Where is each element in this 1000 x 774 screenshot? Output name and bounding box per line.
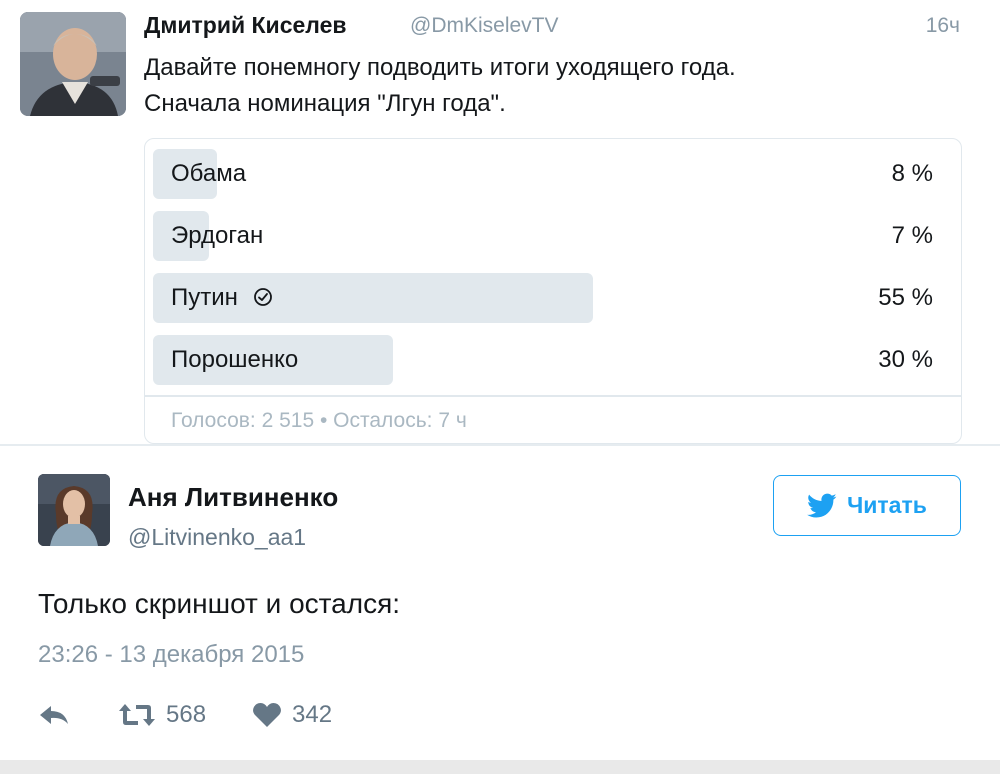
quoted-tweet: Дмитрий Киселев @DmKiselevTV 16ч Давайте… <box>0 0 1000 445</box>
heart-icon <box>253 703 281 727</box>
follow-button-label: Читать <box>847 492 927 518</box>
follow-button[interactable]: Читать <box>773 475 961 536</box>
screenshot: Дмитрий Киселев @DmKiselevTV 16ч Давайте… <box>0 0 1000 774</box>
poll-option-label-wrap: Путин <box>171 273 273 323</box>
retweet-count: 568 <box>166 701 207 728</box>
quoted-author-handle[interactable]: @DmKiselevTV <box>410 14 559 38</box>
quoted-tweet-time[interactable]: 16ч <box>926 14 960 38</box>
retweet-button[interactable]: 568 <box>118 697 206 733</box>
poll-card: Обама 8 % Эрдоган 7 % Путин 55 % Порошен… <box>144 138 962 444</box>
author-handle[interactable]: @Litvinenko_aa1 <box>128 524 306 551</box>
poll-option-label: Путин <box>171 284 238 311</box>
like-count: 342 <box>292 701 333 728</box>
like-button[interactable]: 342 <box>252 697 332 733</box>
tweet-text: Только скриншот и остался: <box>38 588 401 619</box>
bottom-bar <box>0 760 1000 774</box>
quoted-text-line: Давайте понемногу подводить итоги уходящ… <box>144 54 736 81</box>
poll-option-poroshenko: Порошенко 30 % <box>153 335 953 385</box>
poll-option-percent: 30 % <box>878 346 933 373</box>
retweet-icon <box>119 704 155 726</box>
poll-option-percent: 8 % <box>891 160 933 187</box>
quoted-author-avatar[interactable] <box>20 12 126 116</box>
poll-divider <box>145 395 961 397</box>
poll-option-label: Порошенко <box>171 346 299 373</box>
divider <box>0 444 1000 446</box>
reply-button[interactable] <box>38 697 70 733</box>
poll-footer: Голосов: 2 515 • Осталось: 7 ч <box>171 409 467 432</box>
poll-option-label: Эрдоган <box>171 222 264 249</box>
poll-option-obama: Обама 8 % <box>153 149 953 199</box>
tweet-timestamp[interactable]: 23:26 - 13 декабря 2015 <box>38 641 304 669</box>
quoted-author-name[interactable]: Дмитрий Киселев <box>144 12 347 39</box>
poll-option-percent: 55 % <box>878 284 933 311</box>
author-name[interactable]: Аня Литвиненко <box>128 482 338 513</box>
poll-option-erdogan: Эрдоган 7 % <box>153 211 953 261</box>
poll-option-percent: 7 % <box>891 222 933 249</box>
quoted-tweet-header: Дмитрий Киселев @DmKiselevTV 16ч <box>144 12 964 42</box>
check-circle-icon <box>253 288 272 307</box>
poll-option-putin: Путин 55 % <box>153 273 953 323</box>
tweet-actions: 568 342 <box>38 697 538 733</box>
quoted-tweet-text: Давайте понемногу подводить итоги уходящ… <box>144 50 964 122</box>
reply-icon <box>40 706 68 724</box>
author-avatar[interactable] <box>38 474 110 546</box>
twitter-bird-icon <box>807 493 837 517</box>
poll-option-label: Обама <box>171 160 247 187</box>
quoted-text-line: Сначала номинация "Лгун года". <box>144 90 506 117</box>
